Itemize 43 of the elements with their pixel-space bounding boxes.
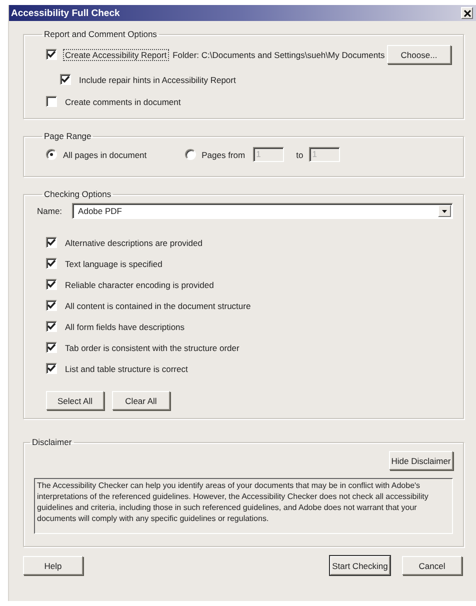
checkbox[interactable] (46, 49, 57, 60)
checkbox[interactable] (46, 363, 57, 374)
help-button[interactable]: Help (23, 556, 83, 575)
checkbox-label: Reliable character encoding is provided (64, 278, 215, 290)
checkbox[interactable] (46, 96, 57, 107)
disclaimer-text: The Accessibility Checker can help you identify areas of your documents that may be in conflict with Adobe's interpretations of the referenced guidelines. However, the Accessibility Checker does not check all accessibility guidelines and criteria, including those in such referenced guidelines, and Adobe does not warrant that your documents will comply with any specific guidelines or regulations. (34, 478, 453, 534)
to-label: to (296, 150, 304, 160)
hide-disclaimer-button[interactable]: Hide Disclaimer (389, 451, 453, 470)
select-all-button[interactable]: Select All (46, 391, 104, 410)
close-icon[interactable] (461, 7, 473, 19)
caret-icon[interactable] (438, 205, 451, 217)
radio-button[interactable] (184, 149, 196, 160)
checkbox-label: List and table structure is correct (64, 362, 189, 374)
field-label: Name: (37, 206, 62, 216)
radio-label: Pages from (202, 150, 246, 160)
window-title: Accessibility Full Check (11, 8, 120, 18)
dropdown[interactable]: Adobe PDF (72, 203, 453, 219)
radio-button[interactable] (46, 149, 57, 160)
checkbox-label: Text language is specified (64, 258, 164, 270)
checkbox-label: Tab order is consistent with the structure order (64, 342, 240, 354)
checkbox-label: Include repair hints in Accessibility Report (78, 74, 237, 86)
start-checking-button[interactable]: Start Checking (330, 556, 390, 575)
cancel-button[interactable]: Cancel (402, 556, 462, 575)
checkbox-label: All content is contained in the document structure (64, 300, 252, 312)
group-title: Page Range (44, 131, 92, 141)
checkbox[interactable] (60, 74, 71, 85)
checkbox[interactable] (46, 300, 57, 311)
group-title: Disclaimer (32, 437, 72, 447)
checkbox-label: Alternative descriptions are provided (64, 236, 204, 248)
choose-button[interactable]: Choose... (387, 45, 451, 64)
clear-all-button[interactable]: Clear All (112, 391, 170, 410)
checkbox[interactable] (46, 279, 57, 290)
checkbox-label: Create comments in document (64, 96, 182, 108)
folder-path: Folder: C:\Documents and Settings\sueh\My Documents (172, 50, 385, 60)
group-title: Checking Options (44, 189, 112, 199)
checkbox-label: All form fields have descriptions (64, 320, 186, 332)
checkbox[interactable] (46, 258, 57, 269)
checkbox-label: Create Accessibility Report (63, 48, 169, 60)
checkbox[interactable] (46, 342, 57, 353)
checkbox[interactable] (46, 321, 57, 332)
radio-label: All pages in document (63, 150, 147, 160)
checkbox[interactable] (46, 237, 57, 248)
group-title: Report and Comment Options (44, 29, 157, 39)
